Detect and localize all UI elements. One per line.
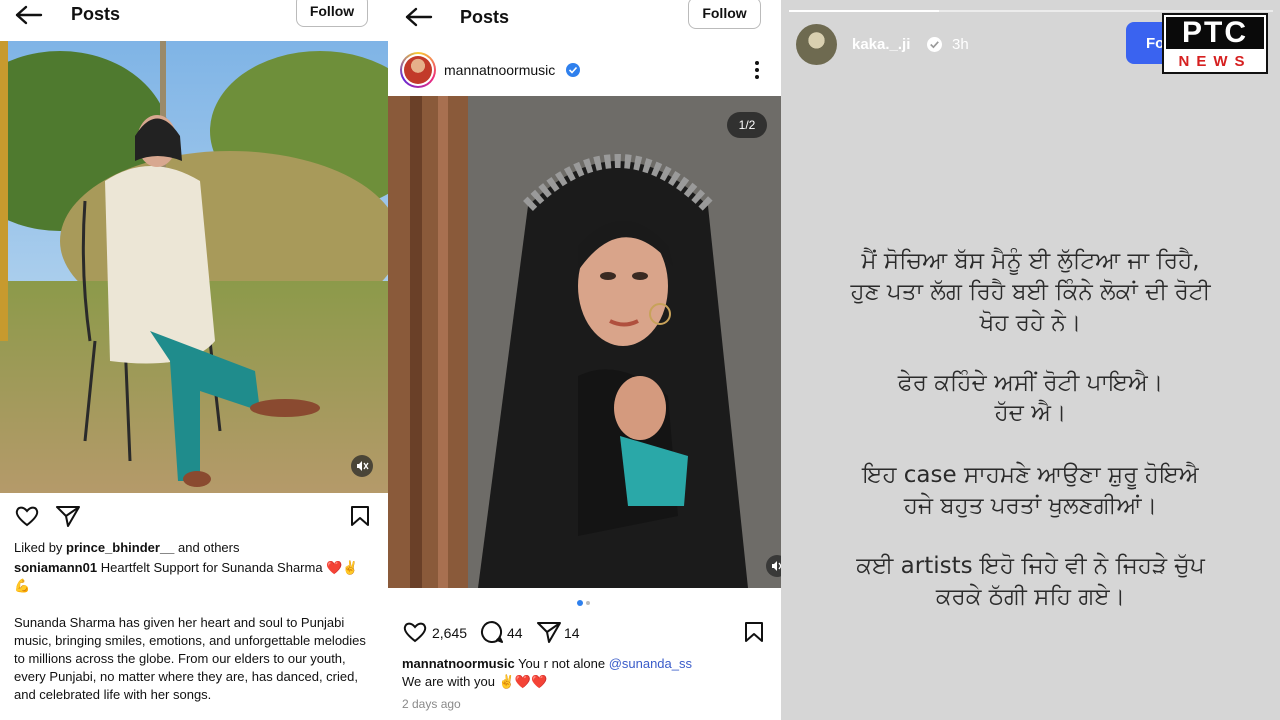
mute-icon[interactable] — [766, 555, 781, 577]
logo-news-text: NEWS — [1178, 53, 1252, 70]
caption-mention[interactable]: @sunanda_ss — [609, 656, 692, 671]
story-line-1: ਮੈਂ ਸੋਚਿਆ ਬੱਸ ਮੈਨੂੰ ਈ ਲੁੱਟਿਆ ਜਾ ਰਿਹੈ, — [861, 248, 1200, 274]
photo-woman-seated-in-garden — [0, 41, 388, 493]
liked-by-prefix: Liked by — [14, 540, 63, 555]
page-title: Posts — [71, 4, 121, 24]
page-title: Posts — [460, 7, 510, 27]
caption: mannatnoormusic You r not alone @sunanda… — [402, 655, 772, 691]
comments-count[interactable]: 44 — [507, 624, 523, 642]
post-header: Posts Follow — [388, 0, 781, 40]
post-image[interactable] — [0, 41, 388, 493]
ptc-news-logo: PTC NEWS — [1162, 13, 1268, 74]
story-line-9: ਕਰਕੇ ਠੱਗੀ ਸਹਿ ਗਏ। — [935, 584, 1126, 610]
share-icon[interactable] — [536, 620, 562, 644]
story-line-5: ਹੱਦ ਐ। — [994, 400, 1067, 426]
bookmark-icon[interactable] — [744, 621, 764, 643]
story-progress-bar — [789, 10, 1273, 12]
post-header: Posts Follow — [0, 0, 388, 40]
caption-line2: We are with you ✌️❤️❤️ — [402, 674, 548, 689]
timestamp: 2 days ago — [402, 697, 461, 711]
caption-text: You r not alone — [518, 656, 606, 671]
story-line-3: ਖੋਹ ਰਹੇ ਨੇ। — [979, 310, 1082, 336]
post-panel-mannatnoor: Posts Follow mannatnoormusic 1/2 2,645 4… — [388, 0, 781, 720]
comment-icon[interactable] — [480, 620, 504, 644]
liked-by-user[interactable]: prince_bhinder__ — [66, 540, 174, 555]
verified-icon — [927, 37, 942, 52]
post-body-text: Sunanda Sharma has given her heart and s… — [14, 615, 366, 702]
mute-icon[interactable] — [351, 455, 373, 477]
likes-count[interactable]: 2,645 — [432, 624, 467, 642]
avatar[interactable] — [400, 52, 436, 88]
caption-username[interactable]: soniamann01 — [14, 560, 97, 575]
caption-username[interactable]: mannatnoormusic — [402, 656, 515, 671]
caption-emoji: ❤️✌️ — [326, 560, 359, 575]
carousel-dot — [586, 601, 590, 605]
post-image[interactable]: 1/2 — [388, 96, 781, 588]
story-username[interactable]: kaka._.ji — [852, 36, 910, 53]
story-line-6: ਇਹ case ਸਾਹਮਣੇ ਆਉਣਾ ਸ਼ੁਰੂ ਹੋਇਐ — [862, 462, 1199, 488]
verified-icon — [566, 63, 580, 77]
story-panel: kaka._.ji 3h Fo PTC NEWS ਮੈਂ ਸੋਚਿਆ ਬੱਸ ਮ… — [781, 0, 1280, 720]
follow-button[interactable]: Follow — [688, 0, 761, 29]
follow-button[interactable]: Follow — [296, 0, 368, 27]
carousel-dot-active — [577, 600, 583, 606]
more-icon[interactable] — [754, 60, 760, 80]
back-arrow-icon[interactable] — [14, 4, 44, 26]
username[interactable]: mannatnoormusic — [444, 61, 555, 79]
caption: soniamann01 Heartfelt Support for Sunand… — [14, 559, 384, 595]
image-counter: 1/2 — [727, 112, 767, 138]
heart-icon[interactable] — [402, 620, 428, 644]
story-line-8: ਕਈ artists ਇਹੋ ਜਿਹੇ ਵੀ ਨੇ ਜਿਹੜੇ ਚੁੱਪ — [856, 553, 1205, 579]
caption-text: Heartfelt Support for Sunanda Sharma — [100, 560, 323, 575]
photo-woman-in-shawl — [388, 96, 781, 588]
caption-emoji-line: 💪 — [14, 578, 31, 593]
back-arrow-icon[interactable] — [404, 6, 434, 28]
heart-icon[interactable] — [14, 504, 40, 528]
story-line-4: ਫੇਰ ਕਹਿੰਦੇ ਅਸੀਂ ਰੋਟੀ ਪਾਇਐ। — [897, 370, 1164, 396]
logo-ptc-text: PTC — [1166, 17, 1264, 49]
post-panel-soniamann: Posts Follow Liked by prince_bhinder__ a… — [0, 0, 388, 720]
story-line-2: ਹੁਣ ਪਤਾ ਲੱਗ ਰਿਹੈ ਬਈ ਕਿੰਨੇ ਲੋਕਾਂ ਦੀ ਰੋਟੀ — [850, 279, 1211, 305]
avatar[interactable] — [796, 24, 837, 65]
bookmark-icon[interactable] — [350, 505, 370, 527]
likes-line: Liked by prince_bhinder__ and others — [14, 539, 384, 557]
share-icon[interactable] — [55, 504, 81, 528]
story-line-7: ਹਜੇ ਬਹੁਤ ਪਰਤਾਂ ਖੁਲਣਗੀਆਂ। — [903, 493, 1158, 519]
shares-count[interactable]: 14 — [564, 624, 580, 642]
liked-by-suffix: and others — [178, 540, 240, 555]
story-time: 3h — [952, 36, 969, 53]
